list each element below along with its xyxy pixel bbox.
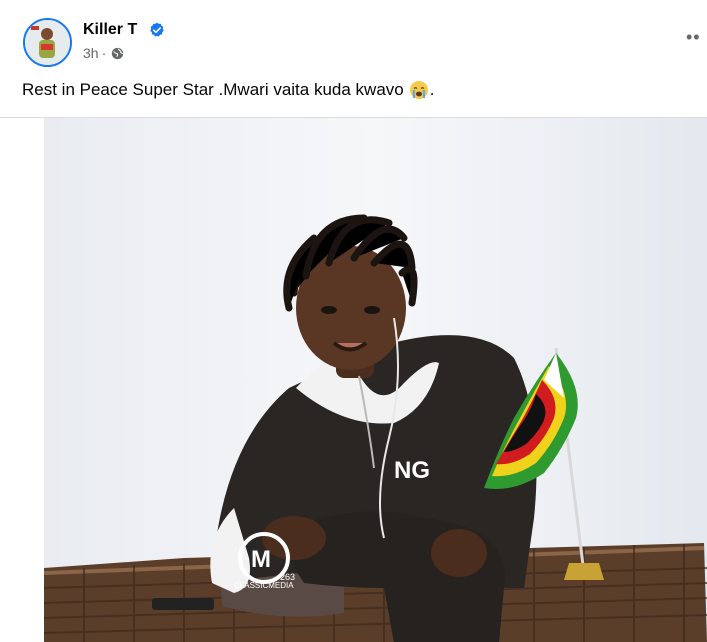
post-photo[interactable]: NG M CLASSICMEDIA 263 bbox=[44, 118, 707, 642]
phone-object bbox=[152, 598, 214, 610]
globe-icon[interactable] bbox=[111, 47, 124, 60]
post-time[interactable]: 3h bbox=[83, 45, 99, 61]
more-options-icon[interactable]: •• bbox=[686, 27, 701, 48]
caption-end: . bbox=[429, 80, 435, 99]
watermark-brand: CLASSICMEDIA bbox=[234, 581, 294, 590]
verified-badge-icon bbox=[150, 22, 164, 37]
meta-separator: · bbox=[101, 45, 107, 61]
post-header: Killer T 3h · •• bbox=[0, 0, 707, 72]
author-avatar[interactable] bbox=[23, 18, 72, 67]
shirt-print: NG bbox=[394, 457, 430, 484]
post-meta: 3h · bbox=[83, 45, 124, 61]
post-media[interactable]: NG M CLASSICMEDIA 263 bbox=[0, 117, 707, 642]
post-caption: Rest in Peace Super Star .Mwari vaita ku… bbox=[22, 80, 434, 100]
crying-face-emoji bbox=[409, 81, 428, 99]
svg-text:M: M bbox=[251, 546, 271, 573]
avatar-image bbox=[25, 20, 70, 65]
author-name[interactable]: Killer T bbox=[83, 21, 137, 39]
caption-text: Rest in Peace Super Star .Mwari vaita ku… bbox=[22, 80, 404, 99]
watermark-mark: 263 bbox=[280, 572, 295, 582]
